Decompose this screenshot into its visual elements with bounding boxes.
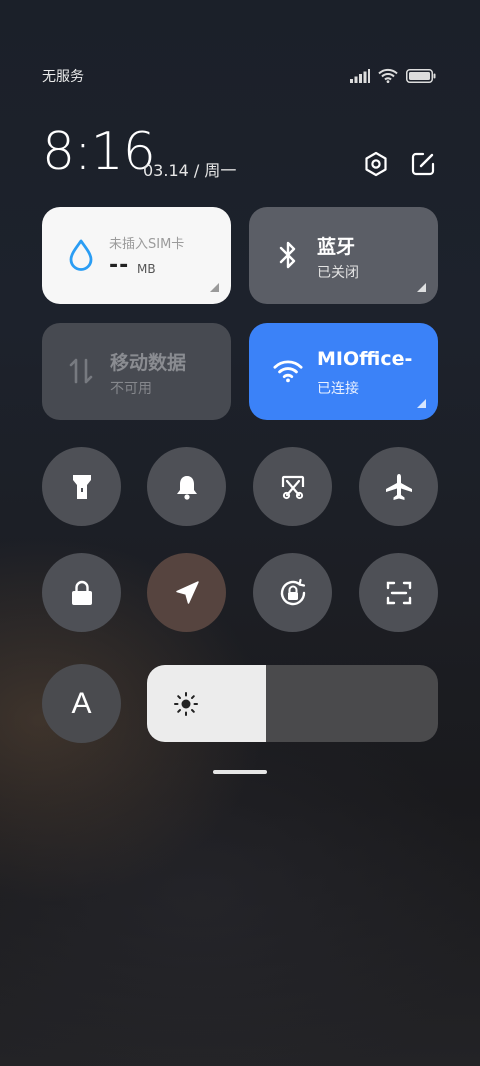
bluetooth-status: 已关闭 bbox=[317, 265, 359, 281]
home-indicator[interactable] bbox=[213, 770, 267, 774]
expand-corner-icon bbox=[417, 283, 426, 292]
data-usage-tile[interactable]: 未插入SIM卡 -- MB bbox=[42, 207, 231, 304]
arrows-updown-icon bbox=[66, 356, 96, 386]
clock-time: 8:16 bbox=[42, 122, 156, 182]
font-size-label: A bbox=[71, 686, 92, 720]
bluetooth-icon bbox=[273, 240, 303, 270]
scan-icon bbox=[386, 581, 411, 604]
airplane-toggle[interactable] bbox=[359, 447, 438, 526]
screenshot-toggle[interactable] bbox=[253, 447, 332, 526]
settings-button[interactable] bbox=[362, 150, 390, 178]
wifi-icon bbox=[378, 68, 398, 83]
brightness-fill bbox=[147, 665, 267, 742]
brightness-slider[interactable] bbox=[147, 665, 438, 742]
battery-icon bbox=[406, 68, 436, 83]
drop-icon bbox=[66, 239, 96, 271]
expand-corner-icon bbox=[417, 399, 426, 408]
wifi-network-name: MIOffice- bbox=[317, 348, 413, 370]
scan-toggle[interactable] bbox=[359, 553, 438, 632]
data-usage-unit: MB bbox=[137, 262, 156, 276]
settings-icon bbox=[365, 151, 387, 177]
location-toggle[interactable] bbox=[147, 553, 226, 632]
rotation-lock-icon bbox=[280, 578, 305, 605]
lock-icon bbox=[71, 580, 92, 605]
bluetooth-tile[interactable]: 蓝牙 已关闭 bbox=[249, 207, 438, 304]
font-size-button[interactable]: A bbox=[42, 664, 121, 743]
mobile-data-tile[interactable]: 移动数据 不可用 bbox=[42, 323, 231, 420]
flashlight-toggle[interactable] bbox=[42, 447, 121, 526]
date-label: 03.14 / 周一 bbox=[143, 161, 237, 180]
location-icon bbox=[175, 580, 199, 604]
bluetooth-title: 蓝牙 bbox=[317, 236, 356, 258]
mobile-data-title: 移动数据 bbox=[110, 352, 187, 374]
rotation-lock-toggle[interactable] bbox=[253, 553, 332, 632]
silent-toggle[interactable] bbox=[147, 447, 226, 526]
wifi-icon bbox=[273, 356, 303, 386]
sim-status-label: 未插入SIM卡 bbox=[109, 237, 185, 252]
carrier-label: 无服务 bbox=[42, 69, 84, 85]
mobile-data-status: 不可用 bbox=[110, 381, 152, 397]
flashlight-icon bbox=[72, 474, 91, 499]
status-icons bbox=[350, 68, 436, 83]
lock-screen-toggle[interactable] bbox=[42, 553, 121, 632]
signal-icon bbox=[350, 68, 370, 83]
sun-icon bbox=[173, 691, 199, 717]
wifi-status: 已连接 bbox=[317, 381, 359, 397]
wifi-tile[interactable]: MIOffice- 已连接 bbox=[249, 323, 438, 420]
bell-icon bbox=[176, 475, 197, 500]
airplane-icon bbox=[385, 473, 412, 500]
edit-button[interactable] bbox=[409, 150, 437, 178]
screenshot-icon bbox=[281, 475, 304, 499]
data-usage-value: -- bbox=[109, 253, 130, 278]
edit-icon bbox=[411, 152, 435, 176]
expand-corner-icon bbox=[210, 283, 219, 292]
